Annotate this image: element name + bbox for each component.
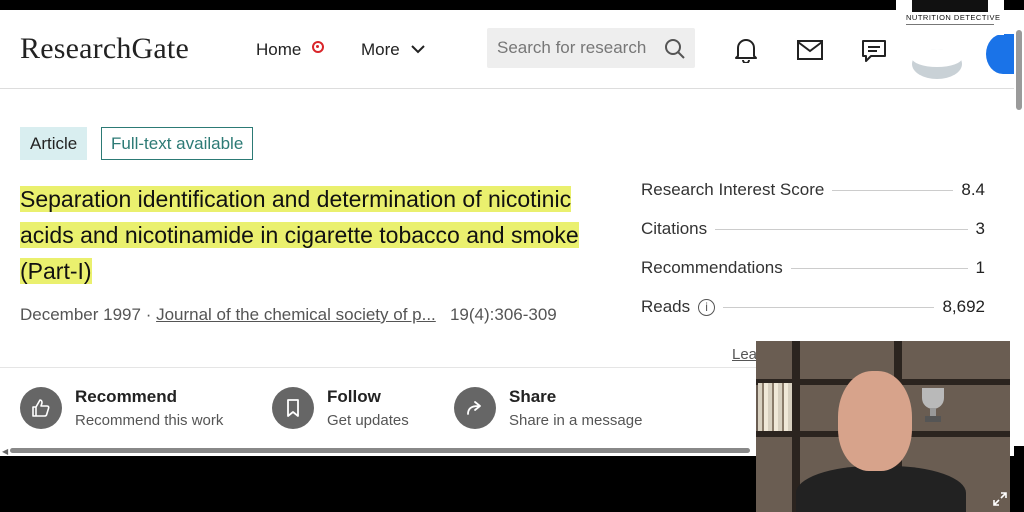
journal-link[interactable]: Journal of the chemical society of p...: [156, 305, 436, 324]
books-image: [758, 383, 792, 431]
stat-recommendations[interactable]: Recommendations 1: [641, 256, 985, 280]
stat-divider: [832, 189, 954, 191]
article-meta: December 1997 · Journal of the chemical …: [20, 305, 557, 324]
nav-more-menu[interactable]: More: [361, 40, 400, 60]
home-notification-dot-icon: [312, 41, 324, 53]
chevron-down-icon[interactable]: [411, 44, 425, 54]
publication-date: December 1997: [20, 305, 141, 324]
share-arrow-icon: [454, 387, 496, 429]
logo-mark: [912, 0, 988, 12]
action-subtitle: Get updates: [327, 412, 409, 429]
logo-underline: [906, 24, 994, 25]
info-icon[interactable]: i: [698, 298, 716, 316]
bookmark-icon: [272, 387, 314, 429]
message-icon[interactable]: [861, 39, 887, 63]
scrollbar-thumb[interactable]: [10, 448, 750, 453]
expand-icon[interactable]: [992, 491, 1008, 507]
article-type-badge: Article: [20, 127, 88, 160]
stat-value: 8.4: [961, 180, 985, 199]
top-black-bar: [0, 0, 1024, 10]
thumbs-up-icon: [20, 387, 62, 429]
site-header: ResearchGate Home More: [0, 10, 1020, 89]
action-subtitle: Recommend this work: [75, 412, 224, 429]
stat-divider: [723, 306, 935, 308]
avatar[interactable]: [911, 48, 963, 84]
divider: [0, 367, 760, 368]
stat-value: 3: [975, 219, 985, 238]
vertical-scrollbar[interactable]: [1014, 10, 1024, 446]
stat-divider: [715, 228, 968, 230]
bell-icon[interactable]: [734, 37, 758, 63]
stat-value: 1: [975, 258, 985, 277]
person-face: [838, 371, 912, 471]
action-title: Share: [509, 387, 557, 406]
logo-text: NUTRITION DETECTIVE: [906, 13, 1001, 22]
article-title-text: Separation identification and determinat…: [20, 186, 579, 284]
stat-value: 8,692: [942, 297, 985, 316]
stat-citations[interactable]: Citations 3: [641, 217, 985, 241]
trophy-image: [922, 388, 944, 422]
stat-label: Recommendations: [641, 258, 783, 277]
stat-label: Citations: [641, 219, 708, 238]
scroll-left-arrow-icon[interactable]: ◀: [2, 447, 8, 456]
action-title: Follow: [327, 387, 381, 406]
full-text-badge[interactable]: Full-text available: [101, 127, 254, 160]
mail-icon[interactable]: [797, 40, 823, 60]
stat-label: Research Interest Score: [641, 180, 825, 199]
volume-pages: 19(4):306-309: [449, 305, 557, 324]
search-icon[interactable]: [664, 38, 686, 60]
stat-research-interest: Research Interest Score 8.4: [641, 178, 985, 202]
article-title: Separation identification and determinat…: [20, 181, 580, 289]
webcam-overlay: [756, 341, 1010, 512]
nav-home-link[interactable]: Home: [256, 40, 301, 60]
learn-more-link[interactable]: Lea: [732, 346, 757, 363]
stat-label: Reads: [641, 297, 691, 316]
action-title: Recommend: [75, 387, 178, 406]
person-shirt: [796, 466, 966, 512]
channel-logo-overlay: NUTRITION DETECTIVE: [896, 0, 1004, 35]
scrollbar-thumb[interactable]: [1016, 30, 1022, 110]
stat-divider: [790, 267, 968, 269]
researchgate-logo[interactable]: ResearchGate: [20, 32, 189, 66]
stat-reads: Reads i 8,692: [641, 295, 985, 319]
action-subtitle: Share in a message: [509, 412, 643, 429]
